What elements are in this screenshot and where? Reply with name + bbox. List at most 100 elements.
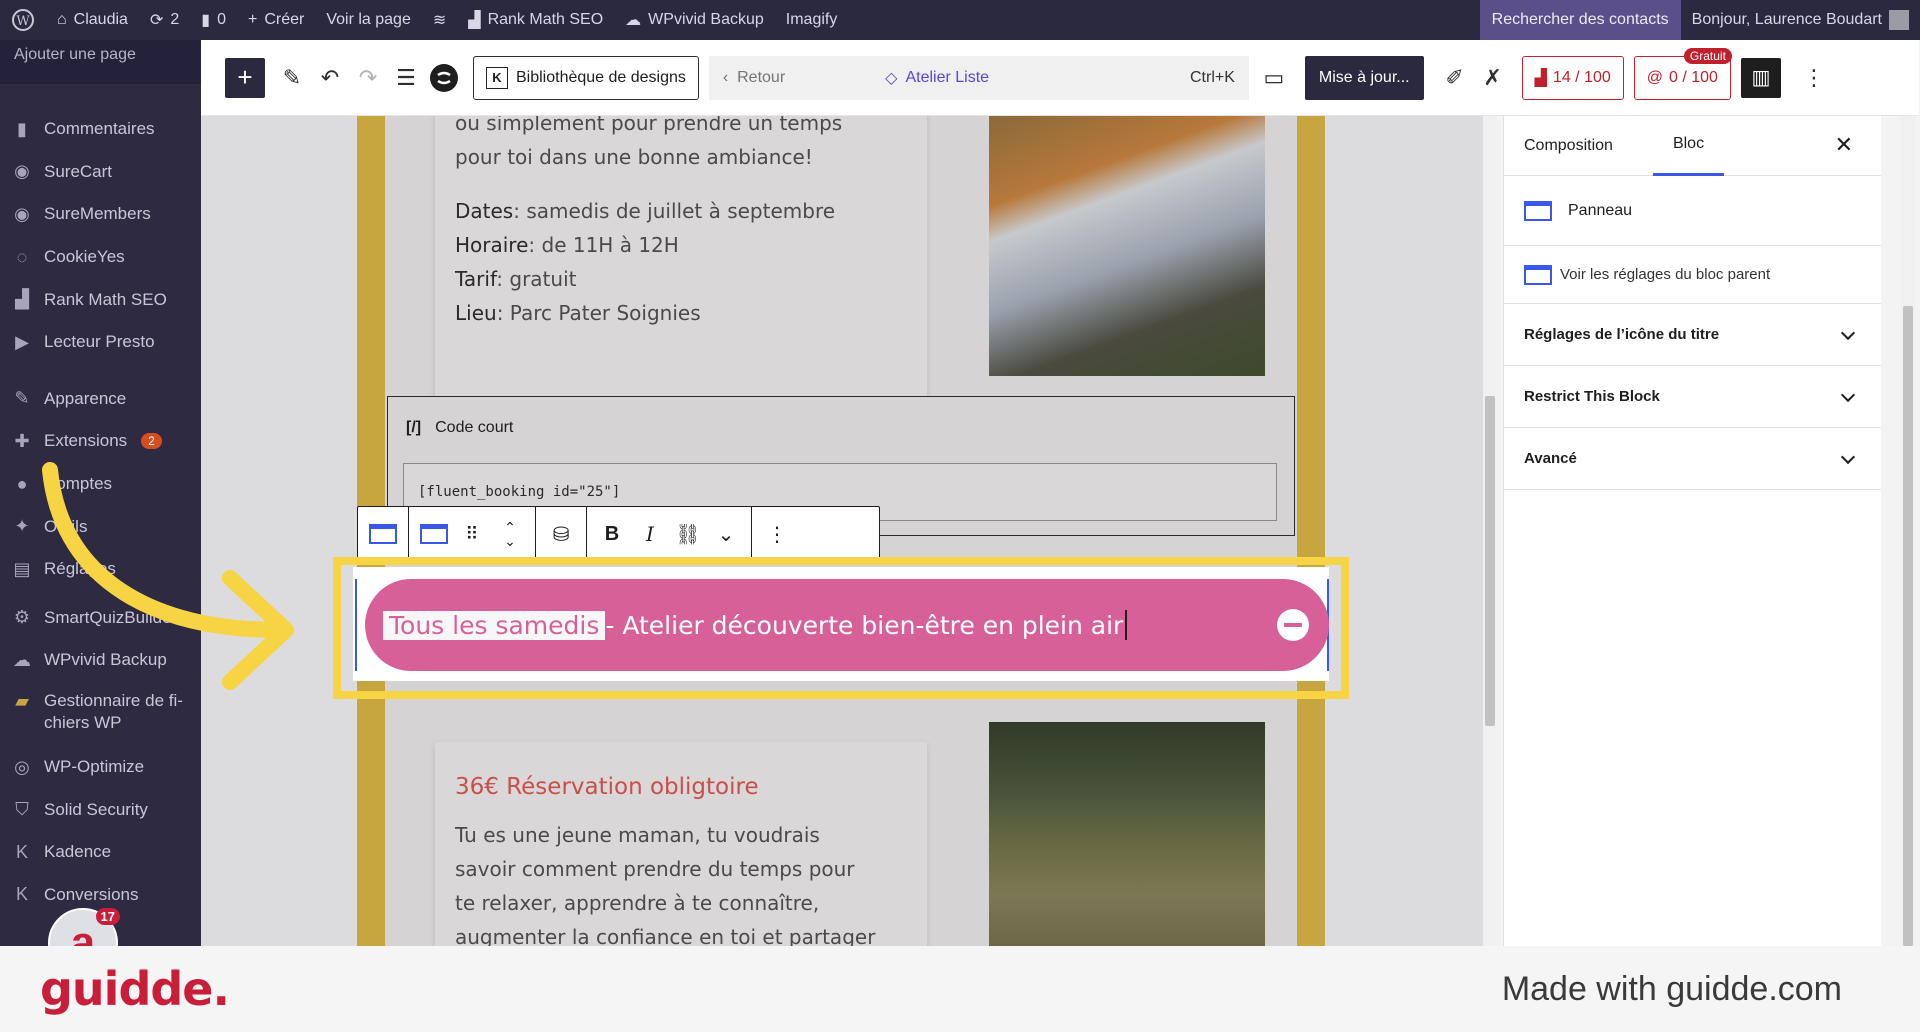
- sidebar-subitem-add-page[interactable]: Ajouter une page: [0, 40, 201, 84]
- lieu-line: Lieu: Parc Pater Soignies: [455, 296, 907, 330]
- sidebar-item-presto[interactable]: ▶ Lecteur Presto: [0, 321, 201, 364]
- rank-math-icon: ▟: [1534, 69, 1547, 87]
- accordion-advanced[interactable]: Avancé: [1504, 428, 1881, 490]
- italic-icon[interactable]: I: [631, 514, 669, 554]
- guidde-footer: guidde. Made with guidde.com: [0, 946, 1920, 1032]
- horaire-value: : de 11H à 12H: [528, 233, 679, 257]
- sidebar-item-label: Extensions: [44, 431, 128, 451]
- edit-post-icon[interactable]: ✐: [1436, 58, 1474, 98]
- document-bar[interactable]: ‹ Retour ◇ Atelier Liste Ctrl+K: [708, 55, 1249, 100]
- sidebar-item-wp-optimize[interactable]: ◎ WP-Optimize: [0, 746, 201, 789]
- card-text: pour toi dans une bonne ambiance!: [455, 145, 813, 169]
- drag-handle-icon[interactable]: ⠿: [453, 514, 491, 554]
- card-text: savoir comment prendre du temps pour: [455, 857, 855, 881]
- site-name-link[interactable]: ⌂ Claudia: [46, 0, 139, 40]
- preview-device-icon[interactable]: ▭: [1255, 58, 1293, 98]
- content-score-button[interactable]: @ 0 / 100 Gratuit: [1633, 47, 1732, 100]
- card-text: ou simplement pour prendre un temps: [455, 116, 843, 135]
- cloud-icon: ☁: [625, 12, 642, 29]
- booking-heading: 36€ Réservation obligtoire: [455, 774, 759, 800]
- page-scrollbar-thumb[interactable]: [1903, 306, 1913, 946]
- document-title[interactable]: ◇ Atelier Liste: [885, 68, 989, 88]
- optimize-icon: ◎: [14, 756, 30, 777]
- panel-block-icon: [1524, 200, 1552, 221]
- wpvivid-label: WPvivid Backup: [648, 11, 764, 28]
- accordion-title-icon-settings[interactable]: Réglages de l’icône du titre: [1504, 304, 1881, 366]
- more-options-icon[interactable]: ⋮: [1795, 58, 1833, 98]
- parent-block-settings-link[interactable]: Voir les réglages du bloc parent: [1504, 246, 1881, 304]
- spectra-icon[interactable]: [425, 58, 463, 98]
- list-view-icon[interactable]: ☰: [387, 58, 425, 98]
- sidebar-item-label: Apparence: [44, 388, 127, 408]
- page-scrollbar[interactable]: [1901, 116, 1915, 946]
- home-icon: ⌂: [57, 11, 67, 28]
- sidebar-item-label: SureMembers: [44, 204, 151, 224]
- tab-composition[interactable]: Composition: [1524, 116, 1633, 176]
- link-icon[interactable]: ⛓: [669, 514, 707, 554]
- sidebar-item-cookieyes[interactable]: ◌ CookieYes: [0, 236, 201, 279]
- design-library-button[interactable]: K Bibliothèque de designs: [473, 55, 699, 100]
- back-label: Retour: [737, 68, 786, 86]
- imagify-label: Imagify: [785, 11, 838, 28]
- landscape-photo[interactable]: [989, 722, 1265, 946]
- create-menu[interactable]: + Créer: [237, 0, 315, 40]
- sidebar-item-file-manager[interactable]: ▰ Gestionnaire de fi-chiers WP: [0, 682, 201, 746]
- kadence-ai-icon[interactable]: ✗: [1474, 58, 1512, 98]
- rank-math-menu[interactable]: ▟ Rank Math SEO: [457, 0, 614, 40]
- redo-icon[interactable]: ↷: [349, 58, 387, 98]
- template-icon: ◇: [885, 69, 898, 87]
- card-text: te relaxer, apprendre à te connaître,: [455, 891, 820, 915]
- sidebar-item-label: Lecteur Presto: [44, 332, 155, 352]
- settings-toggle-button[interactable]: ▥: [1740, 57, 1781, 98]
- sidebar-item-surecart[interactable]: ◉ SureCart: [0, 151, 201, 194]
- more-options-icon[interactable]: ⋮: [758, 514, 796, 554]
- search-contacts-button[interactable]: Rechercher des contacts: [1479, 0, 1681, 40]
- cookie-icon: ◌: [16, 246, 28, 267]
- sidebar-item-suremembers[interactable]: ◉ SureMembers: [0, 193, 201, 236]
- view-page-link[interactable]: Voir la page: [315, 0, 422, 40]
- tab-bloc[interactable]: Bloc: [1652, 116, 1725, 176]
- greeting-label: Bonjour, Laurence Boudart: [1691, 11, 1882, 28]
- close-icon[interactable]: ✕: [1835, 132, 1853, 158]
- updates-link[interactable]: ⟳ 2: [139, 0, 190, 40]
- seo-score-button[interactable]: ▟ 14 / 100: [1521, 55, 1624, 100]
- shortcode-block-label: Code court: [435, 419, 514, 436]
- event-photo[interactable]: [989, 116, 1265, 376]
- wordpress-logo-icon[interactable]: W: [0, 0, 46, 40]
- sidebar-item-extensions[interactable]: ✚ Extensions 2: [0, 420, 201, 463]
- sidebar-item-rank-math[interactable]: ▟ Rank Math SEO: [0, 278, 201, 321]
- rank-math-icon: ▟: [468, 12, 481, 29]
- booking-card[interactable]: 36€ Réservation obligtoire Tu es une jeu…: [435, 742, 927, 946]
- back-link[interactable]: ‹ Retour: [723, 69, 785, 87]
- panel-block-icon[interactable]: [415, 514, 453, 554]
- stack-menu[interactable]: ≋: [422, 0, 457, 40]
- accordion-label: Avancé: [1524, 450, 1577, 467]
- comments-link[interactable]: ▮ 0: [190, 0, 237, 40]
- undo-icon[interactable]: ↶: [311, 58, 349, 98]
- shortcode-value: [fluent_booking id="25"]: [418, 484, 621, 500]
- dynamic-content-icon[interactable]: ⛁: [542, 514, 580, 554]
- canvas-scrollbar-thumb[interactable]: [1485, 396, 1495, 726]
- collapse-icon[interactable]: [1277, 609, 1309, 641]
- tab-composition-label: Composition: [1524, 136, 1613, 154]
- sidebar-item-comments[interactable]: ▮ Commentaires: [0, 108, 201, 151]
- imagify-menu[interactable]: Imagify: [775, 0, 849, 40]
- add-block-button[interactable]: +: [225, 57, 265, 98]
- update-button[interactable]: Mise à jour...: [1304, 55, 1424, 100]
- gratuit-badge: Gratuit: [1683, 47, 1732, 64]
- pencil-icon[interactable]: ✎: [273, 58, 311, 98]
- panel-title-input[interactable]: Tous les samedis - Atelier découverte bi…: [365, 579, 1329, 671]
- accordion-restrict-block[interactable]: Restrict This Block: [1504, 366, 1881, 428]
- wpvivid-menu[interactable]: ☁ WPvivid Backup: [614, 0, 775, 40]
- canvas-scrollbar[interactable]: [1483, 116, 1497, 946]
- parent-block-icon[interactable]: [364, 514, 402, 554]
- chevron-down-icon[interactable]: ⌄: [707, 514, 745, 554]
- sidebar-item-kadence[interactable]: K Kadence: [0, 831, 201, 874]
- sidebar-item-appearance[interactable]: ✎ Apparence: [0, 378, 201, 421]
- my-account-menu[interactable]: Bonjour, Laurence Boudart: [1681, 0, 1920, 40]
- admin-bar: W ⌂ Claudia ⟳ 2 ▮ 0 + Créer Voir la page…: [0, 0, 1920, 40]
- move-arrows-icon[interactable]: ⌃ ⌄: [491, 514, 529, 554]
- sidebar-item-solid-security[interactable]: ⛉ Solid Security: [0, 788, 201, 831]
- kadence-icon: K: [15, 841, 28, 862]
- bold-icon[interactable]: B: [593, 514, 631, 554]
